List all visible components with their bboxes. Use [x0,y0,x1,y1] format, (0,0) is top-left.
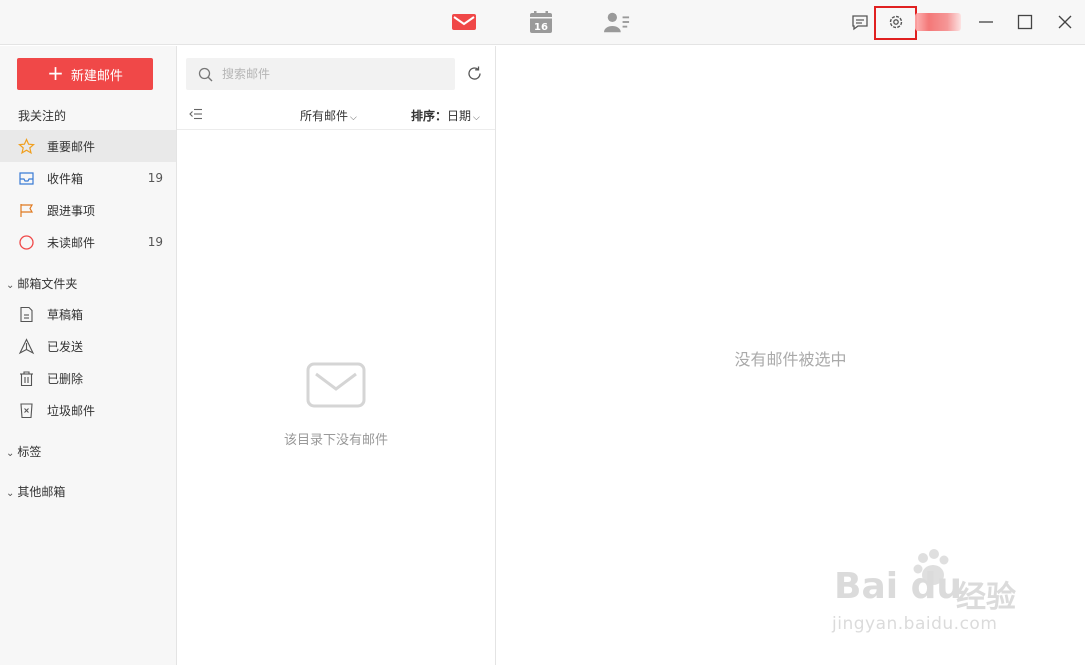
sidebar-item-spam[interactable]: 垃圾邮件 [0,394,176,426]
other-mailboxes-toggle[interactable]: ⌄ 其他邮箱 [6,483,65,500]
sidebar-item-label: 已删除 [47,371,84,386]
folders-section-toggle[interactable]: ⌄ 邮箱文件夹 [6,275,77,292]
star-icon [18,137,35,154]
no-selection-message: 没有邮件被选中 [734,350,847,369]
filter-row: 所有邮件 ⌵ 排序：日期 ⌵ [177,102,495,130]
sort-prefix: 排序： [411,109,448,123]
chevron-down-icon: ⌄ [6,448,15,459]
baidu-watermark: Bai du 经验 jingyan.baidu.com [828,548,1068,648]
sidebar: + 新建邮件 我关注的 重要邮件 收件箱 19 跟进事项 未读邮件 19 ⌄ 邮箱… [0,46,177,665]
title-bar: 16 [0,0,1085,45]
sidebar-item-inbox[interactable]: 收件箱 19 [0,162,176,194]
sidebar-item-drafts[interactable]: 草稿箱 [0,298,176,330]
sidebar-item-label: 垃圾邮件 [47,403,96,418]
folders-section-title: 邮箱文件夹 [17,277,78,291]
watermark-logo: Bai du [834,566,963,607]
sort-value: 日期 [447,109,472,123]
chevron-down-icon: ⌄ [6,488,15,499]
contacts-icon[interactable] [604,10,630,34]
maximize-icon[interactable] [1016,13,1034,31]
close-icon[interactable] [1056,13,1074,31]
message-icon[interactable] [851,13,869,31]
search-box[interactable] [186,58,455,90]
tags-section-toggle[interactable]: ⌄ 标签 [6,443,41,460]
sidebar-item-label: 草稿箱 [47,307,84,322]
calendar-day: 16 [534,22,548,33]
sidebar-item-label: 重要邮件 [47,139,96,154]
empty-mailbox-icon [306,362,366,408]
sidebar-item-label: 未读邮件 [47,235,96,250]
new-mail-button[interactable]: + 新建邮件 [17,58,153,90]
chevron-down-icon: ⌄ [6,280,15,291]
plus-icon: + [47,61,64,85]
sidebar-item-important[interactable]: 重要邮件 [0,130,176,162]
search-input[interactable] [222,67,442,81]
sort-dropdown[interactable]: 排序：日期 ⌵ [411,107,480,124]
trash-icon [20,370,33,386]
sidebar-item-unread[interactable]: 未读邮件 19 [0,226,176,258]
search-icon [198,67,213,81]
watermark-url: jingyan.baidu.com [832,614,998,634]
calendar-icon[interactable]: 16 [528,10,554,34]
collapse-list-icon[interactable] [189,108,203,120]
other-mailboxes-title: 其他邮箱 [17,485,66,499]
mail-filter-label: 所有邮件 [300,109,349,123]
sidebar-item-deleted[interactable]: 已删除 [0,362,176,394]
inbox-icon [19,171,34,185]
watermark-brand: 经验 [956,580,1016,615]
spam-icon [20,402,33,418]
draft-icon [20,306,33,322]
sidebar-item-label: 收件箱 [47,171,84,186]
new-mail-label: 新建邮件 [70,68,123,84]
empty-list-message: 该目录下没有邮件 [283,433,388,448]
tags-section-title: 标签 [17,445,42,459]
chevron-down-icon: ⌵ [473,113,480,123]
sidebar-item-followup[interactable]: 跟进事项 [0,194,176,226]
mail-list-panel: 所有邮件⌵ 排序：日期⌵ 该目录下没有邮件 [177,46,496,665]
flag-icon [20,203,34,217]
mail-icon[interactable] [451,10,477,34]
sidebar-item-sent[interactable]: 已发送 [0,330,176,362]
unread-circle-icon [19,234,34,250]
sidebar-item-label: 跟进事项 [47,203,96,218]
mail-filter-dropdown[interactable]: 所有邮件 ⌵ [300,107,357,124]
avatar[interactable] [915,13,961,31]
refresh-icon[interactable] [466,65,483,82]
unread-count: 19 [147,171,163,185]
minimize-icon[interactable] [977,13,995,31]
settings-highlight-box [874,6,917,40]
chevron-down-icon: ⌵ [350,113,357,123]
sent-icon [18,337,35,354]
unread-count: 19 [147,235,163,249]
favorites-section-title: 我关注的 [18,109,67,123]
sidebar-item-label: 已发送 [47,339,84,354]
